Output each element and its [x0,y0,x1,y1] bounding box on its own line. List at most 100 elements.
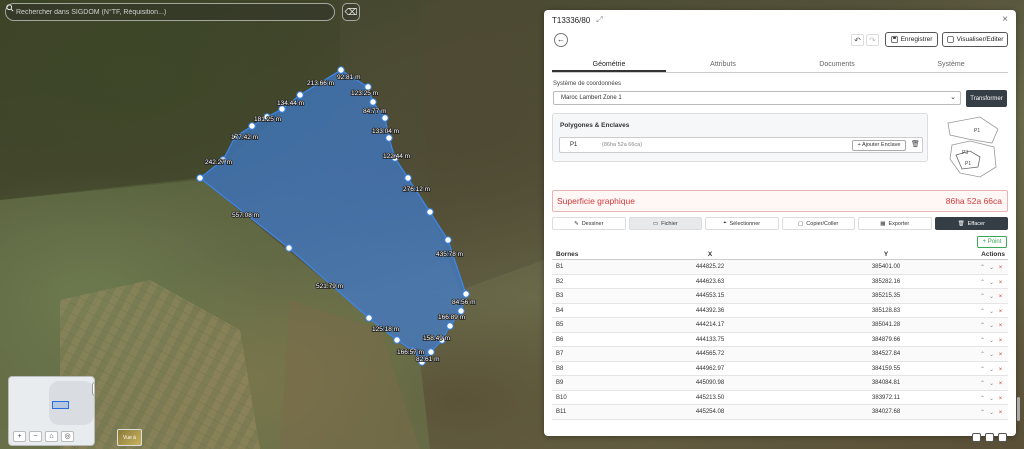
polygon-row[interactable]: P1 (86ha 52a 66ca) + Ajouter Enclave 🗑 [559,137,923,153]
move-up-icon[interactable]: ⌃ [978,337,987,344]
table-row[interactable]: B5 444214.17 385041.28 ⌃ ⌄ × [552,318,1008,333]
move-up-icon[interactable]: ⌃ [978,293,987,300]
coord-y[interactable]: 385282.16 [846,279,926,285]
select-button[interactable]: ⌖ Sélectionner [705,217,779,230]
minimap-viewport-rect[interactable] [52,401,69,409]
table-row[interactable]: B8 444962.97 384159.55 ⌃ ⌄ × [552,362,1008,376]
copy-paste-button[interactable]: ▢ Copier/Coller [781,217,855,230]
move-up-icon[interactable]: ⌃ [978,366,987,373]
coord-system-select[interactable]: Maroc Lambert Zone 1 ⌄ [553,91,961,105]
move-up-icon[interactable]: ⌃ [978,308,987,315]
delete-row-icon[interactable]: × [996,294,1005,300]
coord-x[interactable]: 444825.22 [670,264,750,270]
compass-icon[interactable]: ↑ [92,382,94,396]
move-down-icon[interactable]: ⌄ [987,293,996,300]
delete-row-icon[interactable]: × [996,352,1005,358]
coord-x[interactable]: 444214.17 [670,322,750,328]
coord-x[interactable]: 445213.50 [670,395,750,401]
transform-button[interactable]: Transformer [966,90,1007,107]
move-down-icon[interactable]: ⌄ [987,337,996,344]
close-icon[interactable]: × [1002,14,1008,25]
move-up-icon[interactable]: ⌃ [978,351,987,358]
delete-row-icon[interactable]: × [996,309,1005,315]
clear-search-button[interactable]: ⌫ [342,3,360,21]
delete-row-icon[interactable]: × [996,410,1005,416]
move-up-icon[interactable]: ⌃ [978,264,987,271]
map-search-bar[interactable] [5,3,335,21]
add-point-button[interactable]: + Point [977,236,1007,248]
delete-row-icon[interactable]: × [996,367,1005,373]
home-button[interactable]: ⌂ [45,431,58,442]
table-row[interactable]: B10 445213.50 383972.11 ⌃ ⌄ × [552,391,1008,405]
zoom-in-button[interactable]: + [13,431,26,442]
locate-button[interactable]: ◎ [61,431,74,442]
move-up-icon[interactable]: ⌃ [978,395,987,402]
coord-y[interactable]: 384527.84 [846,351,926,357]
table-row[interactable]: B6 444133.75 384879.66 ⌃ ⌄ × [552,333,1008,347]
coord-y[interactable]: 383972.11 [846,395,926,401]
layers-icon[interactable] [985,433,994,442]
coord-x[interactable]: 444565.72 [670,351,750,357]
tab-attributs[interactable]: Attributs [666,59,780,72]
move-up-icon[interactable]: ⌃ [978,409,987,416]
overview-minimap[interactable]: ↑ + − ⌂ ◎ [8,376,95,446]
coord-y[interactable]: 385215.35 [846,293,926,299]
tab-documents[interactable]: Documents [780,59,894,72]
undo-button[interactable]: ↶ [851,34,864,46]
delete-row-icon[interactable]: × [996,265,1005,271]
view-edit-button[interactable]: Visualiser/Editer [942,32,1008,47]
move-down-icon[interactable]: ⌄ [987,409,996,416]
table-row[interactable]: B11 445254.08 384027.68 ⌃ ⌄ × [552,405,1008,420]
move-down-icon[interactable]: ⌄ [987,322,996,329]
coord-x[interactable]: 445254.08 [670,409,750,415]
table-row[interactable]: B2 444623.63 385282.16 ⌃ ⌄ × [552,275,1008,289]
clear-button[interactable]: 🗑 Effacer [934,217,1008,230]
save-button[interactable]: Enregistrer [885,32,938,47]
move-down-icon[interactable]: ⌄ [987,395,996,402]
basemap-switcher[interactable]: Vue à [117,429,142,446]
table-row[interactable]: B9 445090.98 384084.81 ⌃ ⌄ × [552,376,1008,391]
expand-icon[interactable]: ⤢ [596,15,602,25]
tab-geometrie[interactable]: Géométrie [552,59,666,72]
scrollbar-thumb[interactable] [1017,397,1020,421]
move-down-icon[interactable]: ⌄ [987,351,996,358]
tab-systeme[interactable]: Système [894,59,1008,72]
coord-x[interactable]: 444623.63 [670,279,750,285]
move-down-icon[interactable]: ⌄ [987,279,996,286]
move-down-icon[interactable]: ⌄ [987,380,996,387]
move-up-icon[interactable]: ⌃ [978,322,987,329]
table-row[interactable]: B3 444553.15 385215.35 ⌃ ⌄ × [552,289,1008,304]
delete-row-icon[interactable]: × [996,338,1005,344]
coord-y[interactable]: 384159.55 [846,366,926,372]
draw-button[interactable]: ✎ Dessiner [552,217,626,230]
export-button[interactable]: ▦ Exporter [858,217,932,230]
page-scrollbar[interactable] [1016,10,1021,436]
zoom-out-button[interactable]: − [29,431,42,442]
coord-y[interactable]: 385041.28 [846,322,926,328]
delete-row-icon[interactable]: × [996,323,1005,329]
settings-icon[interactable] [998,433,1007,442]
move-up-icon[interactable]: ⌃ [978,380,987,387]
delete-row-icon[interactable]: × [996,396,1005,402]
coord-x[interactable]: 445090.98 [670,380,750,386]
table-row[interactable]: B7 444565.72 384527.84 ⌃ ⌄ × [552,347,1008,362]
trash-icon[interactable]: 🗑 [911,140,920,148]
coord-y[interactable]: 384027.68 [846,409,926,415]
back-button[interactable]: ← [554,33,568,47]
move-up-icon[interactable]: ⌃ [978,279,987,286]
coord-x[interactable]: 444553.15 [670,293,750,299]
coord-y[interactable]: 384084.81 [846,380,926,386]
coord-y[interactable]: 384879.66 [846,337,926,343]
coord-x[interactable]: 444962.97 [670,366,750,372]
coord-y[interactable]: 385128.83 [846,308,926,314]
file-button[interactable]: ▭ Fichier [628,217,702,230]
coord-y[interactable]: 385401.00 [846,264,926,270]
coord-x[interactable]: 444133.75 [670,337,750,343]
delete-row-icon[interactable]: × [996,381,1005,387]
map-search-input[interactable] [16,8,316,16]
table-row[interactable]: B1 444825.22 385401.00 ⌃ ⌄ × [552,260,1008,275]
move-down-icon[interactable]: ⌄ [987,264,996,271]
redo-button[interactable]: ↷ [866,34,879,46]
add-enclave-button[interactable]: + Ajouter Enclave [852,140,906,151]
table-row[interactable]: B4 444392.36 385128.83 ⌃ ⌄ × [552,304,1008,318]
